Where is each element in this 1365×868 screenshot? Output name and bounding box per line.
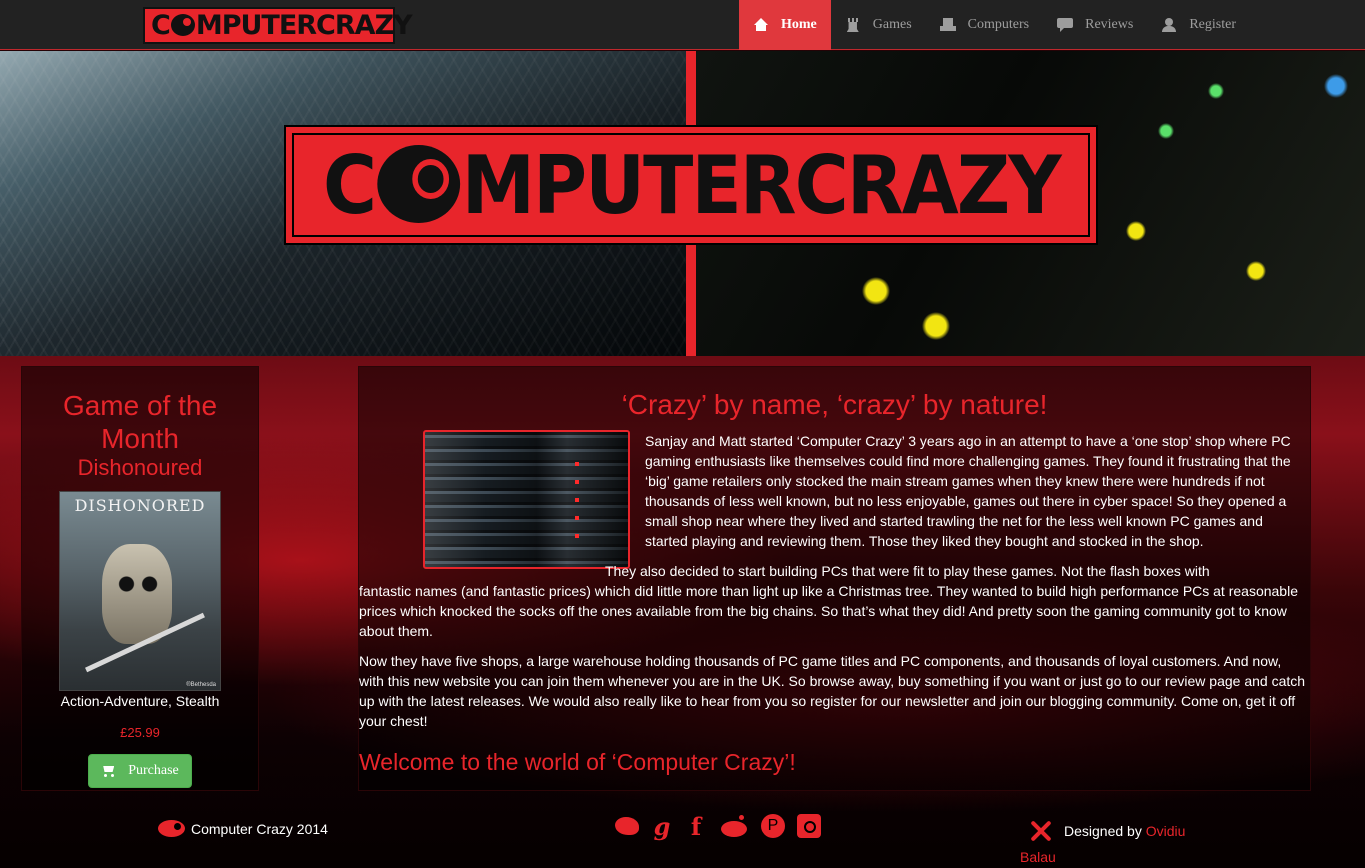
purchase-button-label: Purchase	[128, 763, 179, 778]
purchase-button[interactable]: Purchase	[88, 754, 192, 788]
cover-title: DISHONORED	[74, 496, 206, 515]
footer-logo-icon	[158, 820, 185, 837]
user-icon	[1161, 18, 1177, 32]
nav-register[interactable]: Register	[1147, 0, 1250, 50]
cover-publisher: ®Bethesda	[186, 682, 216, 688]
designer-logo-icon	[1028, 818, 1054, 844]
about-paragraph-2: They also decided to start building PCs …	[359, 561, 1309, 581]
game-of-the-month-panel: Game of the Month Dishonoured DISHONORED…	[21, 366, 259, 791]
about-paragraph-2-rest: fantastic names (and fantastic prices) w…	[359, 583, 1298, 639]
footer-copyright: Computer Crazy 2014	[158, 820, 328, 837]
brand-logo-text: C MPUTERCRAZY	[151, 10, 413, 41]
game-of-the-month-heading: Game of the Month	[62, 390, 218, 454]
navbar: C MPUTERCRAZY Home Games Computers Review…	[0, 0, 1365, 50]
nav-register-label: Register	[1189, 17, 1236, 32]
nav-games[interactable]: Games	[831, 0, 926, 50]
nav-computers-label: Computers	[967, 17, 1030, 32]
server-rack-image	[423, 430, 630, 569]
pinterest-icon[interactable]: P	[761, 814, 785, 838]
reddit-icon[interactable]	[719, 815, 749, 837]
welcome-heading: Welcome to the world of ‘Computer Crazy’…	[359, 749, 796, 775]
game-genre: Action-Adventure, Stealth	[60, 693, 220, 709]
designer-link-first[interactable]: Ovidiu	[1146, 823, 1186, 839]
comment-icon	[1057, 18, 1074, 32]
featured-game-name: Dishonoured	[77, 455, 203, 480]
cover-mask-art	[102, 544, 172, 644]
nav-computers[interactable]: Computers	[926, 0, 1043, 50]
shopping-cart-icon	[101, 765, 115, 777]
brand-logo[interactable]: C MPUTERCRAZY	[143, 7, 413, 44]
nav-home-label: Home	[781, 17, 817, 32]
social-links: g f P	[615, 812, 821, 841]
twitter-icon[interactable]	[615, 817, 639, 835]
nav-games-label: Games	[872, 17, 912, 32]
designed-by-label: Designed by	[1064, 823, 1142, 839]
nav-reviews-label: Reviews	[1085, 17, 1134, 32]
hero-logo-text: C MPUTERCRAZY	[322, 138, 1062, 232]
google-plus-icon[interactable]: g	[651, 812, 673, 841]
instagram-icon[interactable]	[797, 814, 821, 838]
copyright-text: Computer Crazy 2014	[191, 820, 328, 837]
hero-logo: C MPUTERCRAZY	[284, 125, 1098, 245]
main-nav: Home Games Computers Reviews Register	[739, 0, 1250, 50]
home-icon	[753, 18, 769, 32]
about-paragraph-2-lead: They also decided to start building PCs …	[605, 563, 1210, 579]
facebook-icon[interactable]: f	[685, 812, 707, 841]
footer-credits: Designed by Ovidiu Balau	[1020, 818, 1220, 868]
hdd-icon	[939, 18, 956, 32]
game-cover-image[interactable]: DISHONORED ®Bethesda	[59, 491, 221, 691]
hero-banner: C MPUTERCRAZY	[0, 51, 1365, 356]
designer-link-last[interactable]: Balau	[1020, 849, 1056, 865]
nav-home[interactable]: Home	[739, 0, 831, 50]
about-paragraph-1: Sanjay and Matt started ‘Computer Crazy’…	[645, 433, 1291, 549]
nav-reviews[interactable]: Reviews	[1043, 0, 1147, 50]
about-section: ‘Crazy’ by name, ‘crazy’ by nature! Sanj…	[358, 366, 1311, 791]
logo-mark-icon	[376, 144, 460, 223]
about-paragraph-3: Now they have five shops, a large wareho…	[359, 653, 1306, 729]
hero-logo-frame: C MPUTERCRAZY	[292, 133, 1090, 237]
rook-icon	[845, 18, 861, 32]
logo-mark-icon	[170, 14, 195, 36]
about-heading: ‘Crazy’ by name, ‘crazy’ by nature!	[621, 389, 1048, 420]
game-price: £25.99	[120, 725, 160, 740]
